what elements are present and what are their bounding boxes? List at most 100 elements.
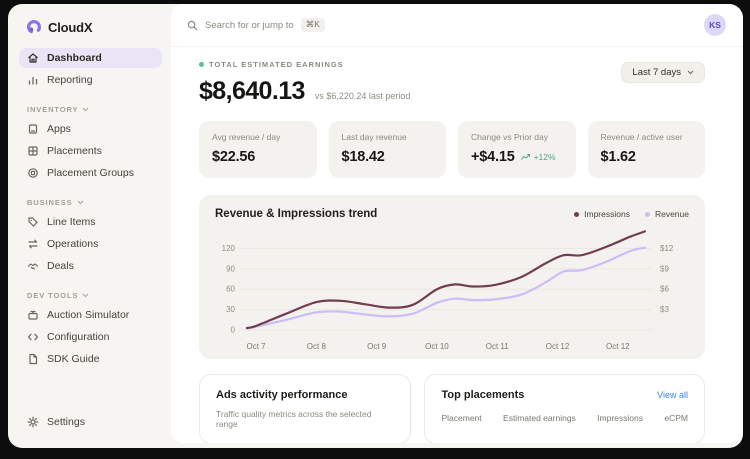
earnings-dot-icon <box>199 62 204 67</box>
panel-title: Ads activity performance <box>216 389 394 401</box>
svg-text:120: 120 <box>222 244 236 253</box>
chevron-down-icon <box>82 293 89 298</box>
column-header: Placement <box>441 413 481 423</box>
sidebar-item-sdk-guide[interactable]: SDK Guide <box>19 349 162 369</box>
sidebar-item-label: Placements <box>47 145 102 157</box>
svg-text:90: 90 <box>226 264 235 273</box>
trend-up-icon <box>521 153 531 161</box>
metric-value: $22.56 <box>212 149 255 165</box>
sidebar-section-business[interactable]: BUSINESS <box>19 198 162 207</box>
legend-dot-icon <box>645 212 650 217</box>
auction-icon <box>27 309 39 321</box>
sidebar-item-apps[interactable]: Apps <box>19 119 162 139</box>
search-input[interactable]: Search for or jump to ⌘K <box>187 18 325 32</box>
search-icon <box>187 20 198 31</box>
legend-dot-icon <box>574 212 579 217</box>
view-all-link[interactable]: View all <box>657 390 688 400</box>
sidebar-item-label: Settings <box>47 416 85 428</box>
legend-item-impressions[interactable]: Impressions <box>574 209 630 219</box>
ads-activity-card[interactable]: Ads activity performance Traffic quality… <box>199 374 411 443</box>
chart-title: Revenue & Impressions trend <box>215 208 377 220</box>
sidebar-item-reporting[interactable]: Reporting <box>19 70 162 90</box>
metric-value: +$4.15 <box>471 149 515 165</box>
svg-text:60: 60 <box>226 285 235 294</box>
svg-text:$9: $9 <box>660 264 669 273</box>
svg-text:Oct 9: Oct 9 <box>367 342 387 351</box>
svg-text:30: 30 <box>226 305 235 314</box>
sidebar-item-dashboard[interactable]: Dashboard <box>19 48 162 68</box>
tag-icon <box>27 216 39 228</box>
sidebar-item-label: Operations <box>47 238 98 250</box>
document-icon <box>27 353 39 365</box>
sidebar-item-settings[interactable]: Settings <box>19 412 162 432</box>
metric-card-revenue-per-user[interactable]: Revenue / active user $1.62 <box>588 121 706 178</box>
legend-label: Impressions <box>584 209 630 219</box>
metric-label: Avg revenue / day <box>212 132 304 142</box>
metric-card-avg-revenue[interactable]: Avg revenue / day $22.56 <box>199 121 317 178</box>
sidebar-item-placement-groups[interactable]: Placement Groups <box>19 163 162 183</box>
metric-card-last-day-revenue[interactable]: Last day revenue $18.42 <box>329 121 447 178</box>
sidebar-section-dev-tools[interactable]: DEV TOOLS <box>19 291 162 300</box>
earnings-section: TOTAL ESTIMATED EARNINGS $8,640.13 vs $6… <box>199 60 705 106</box>
sidebar-item-deals[interactable]: Deals <box>19 256 162 276</box>
topbar: Search for or jump to ⌘K KS <box>171 4 743 47</box>
logo[interactable]: CloudX <box>19 16 162 48</box>
column-header: eCPM <box>664 413 688 423</box>
sidebar-item-label: Dashboard <box>47 52 102 64</box>
avatar[interactable]: KS <box>704 14 726 36</box>
date-range-label: Last 7 days <box>632 67 681 78</box>
sidebar-item-label: SDK Guide <box>47 353 100 365</box>
sidebar-item-label: Placement Groups <box>47 167 134 179</box>
earnings-amount: $8,640.13 <box>199 77 305 106</box>
svg-text:0: 0 <box>231 326 236 335</box>
sidebar-item-placements[interactable]: Placements <box>19 141 162 161</box>
metric-label: Change vs Prior day <box>471 132 563 142</box>
cloudx-logo-icon <box>26 19 42 35</box>
swap-arrows-icon <box>27 238 39 250</box>
date-range-dropdown[interactable]: Last 7 days <box>621 62 705 83</box>
group-icon <box>27 167 39 179</box>
placements-table-header: Placement Estimated earnings Impressions… <box>441 413 688 423</box>
svg-text:Oct 11: Oct 11 <box>486 342 510 351</box>
bottom-panels: Ads activity performance Traffic quality… <box>199 374 705 443</box>
panel-subtitle: Traffic quality metrics across the selec… <box>216 409 394 429</box>
chart-legend: Impressions Revenue <box>574 209 689 219</box>
app-icon <box>27 123 39 135</box>
sidebar-item-configuration[interactable]: Configuration <box>19 327 162 347</box>
logo-text: CloudX <box>48 20 92 35</box>
trend-chart-panel: Revenue & Impressions trend Impressions … <box>199 195 705 359</box>
earnings-label-row: TOTAL ESTIMATED EARNINGS <box>199 60 410 69</box>
legend-label: Revenue <box>655 209 689 219</box>
sidebar: CloudX Dashboard Reporting INVENTORY App… <box>8 4 171 448</box>
chevron-down-icon <box>77 200 84 205</box>
section-title: BUSINESS <box>27 198 73 207</box>
home-icon <box>27 52 39 64</box>
line-chart[interactable]: 0306090120$3$6$9$12Oct 7Oct 8Oct 9Oct 10… <box>215 222 689 354</box>
svg-text:$6: $6 <box>660 285 669 294</box>
svg-text:$3: $3 <box>660 305 669 314</box>
metric-delta: +12% <box>521 152 556 162</box>
metric-card-change-vs-prior[interactable]: Change vs Prior day +$4.15 +12% <box>458 121 576 178</box>
svg-text:Oct 7: Oct 7 <box>247 342 267 351</box>
main-panel: Search for or jump to ⌘K KS TOTAL ESTIMA… <box>171 4 743 443</box>
earnings-label: TOTAL ESTIMATED EARNINGS <box>209 60 344 69</box>
shortcut-badge: ⌘K <box>301 18 325 32</box>
metric-value: $18.42 <box>342 149 385 165</box>
sidebar-section-inventory[interactable]: INVENTORY <box>19 105 162 114</box>
sidebar-item-operations[interactable]: Operations <box>19 234 162 254</box>
bar-chart-icon <box>27 74 39 86</box>
app-window: CloudX Dashboard Reporting INVENTORY App… <box>8 4 743 448</box>
sidebar-item-line-items[interactable]: Line Items <box>19 212 162 232</box>
sidebar-item-auction-simulator[interactable]: Auction Simulator <box>19 305 162 325</box>
legend-item-revenue[interactable]: Revenue <box>645 209 689 219</box>
gear-icon <box>27 416 39 428</box>
metric-value: $1.62 <box>601 149 636 165</box>
svg-text:Oct 12: Oct 12 <box>546 342 570 351</box>
svg-text:Oct 12: Oct 12 <box>606 342 630 351</box>
handshake-icon <box>27 260 39 272</box>
dashboard-content: TOTAL ESTIMATED EARNINGS $8,640.13 vs $6… <box>171 47 743 443</box>
sidebar-item-label: Line Items <box>47 216 95 228</box>
svg-text:Oct 10: Oct 10 <box>425 342 449 351</box>
section-title: DEV TOOLS <box>27 291 78 300</box>
sidebar-item-label: Reporting <box>47 74 93 86</box>
